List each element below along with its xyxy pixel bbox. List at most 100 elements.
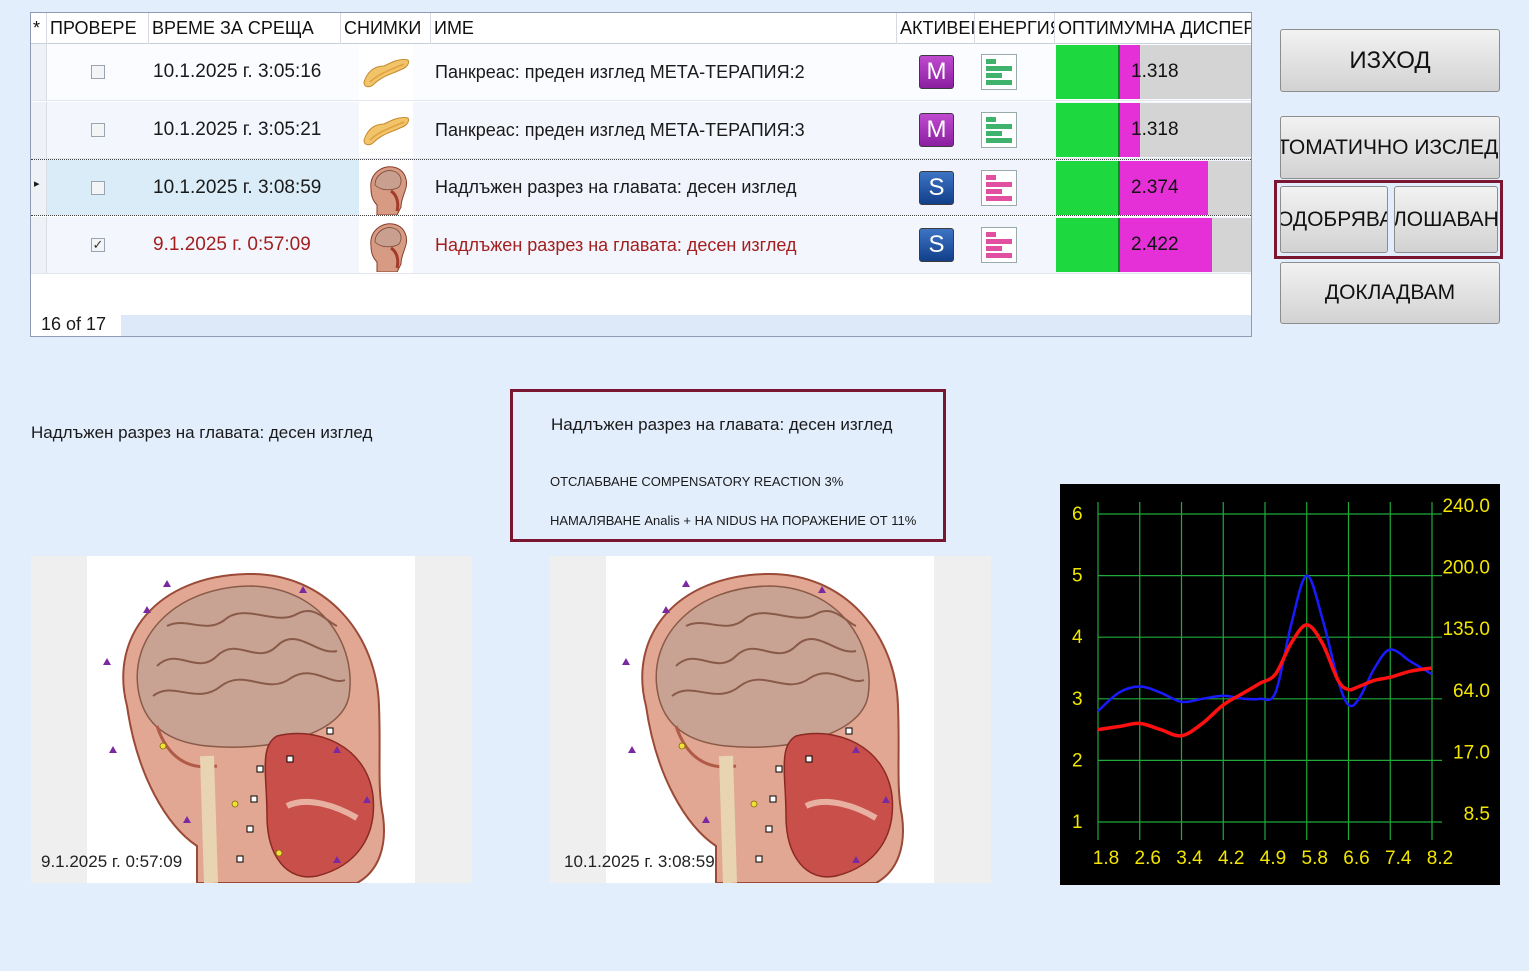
pancreas-thumbnail[interactable] xyxy=(359,103,413,157)
before-image-date: 9.1.2025 г. 0:57:09 xyxy=(41,852,183,871)
comparison-summary: Надлъжен разрез на главата: десен изглед… xyxy=(510,389,946,542)
column-checked[interactable]: ПРОВЕРЕ ▲ xyxy=(47,13,149,44)
x-tick-label: 2.6 xyxy=(1135,848,1161,869)
after-image-panel xyxy=(550,556,991,883)
x-tick-label: 7.4 xyxy=(1385,848,1412,869)
section-title: Надлъжен разрез на главата: десен изглед xyxy=(31,423,373,442)
x-tick-label: 1.8 xyxy=(1093,848,1119,869)
head-section-thumbnail[interactable] xyxy=(359,218,413,272)
y-right-tick-label: 135.0 xyxy=(1442,619,1490,640)
spectrum-chart: 6 5 4 3 2 1 240.0 200.0 135.0 64.0 17.0 8.5 1.8 2.6 3.… xyxy=(1060,484,1500,885)
row-selector[interactable]: ▸ xyxy=(31,160,47,215)
before-image-panel xyxy=(31,556,472,883)
pancreas-thumbnail[interactable] xyxy=(359,45,413,99)
x-tick-label: 4.2 xyxy=(1218,848,1244,869)
row-name: Панкреас: преден изглед МЕТА-ТЕРАПИЯ:3 xyxy=(435,119,805,140)
x-tick-label: 5.8 xyxy=(1302,848,1328,869)
column-dispersion[interactable]: ОПТИМУМНА ДИСПЕР xyxy=(1055,13,1251,44)
meta-therapy-badge[interactable]: M xyxy=(919,55,954,89)
y-left-tick-label: 6 xyxy=(1072,504,1083,525)
y-left-tick-label: 1 xyxy=(1072,812,1083,833)
row-name: Надлъжен разрез на главата: десен изглед xyxy=(435,234,797,255)
y-right-tick-label: 200.0 xyxy=(1442,558,1490,579)
x-tick-label: 8.2 xyxy=(1427,848,1453,869)
energy-bars-icon[interactable] xyxy=(981,54,1017,90)
row-selector[interactable] xyxy=(31,217,47,273)
worsening-button[interactable]: ЛОШАВАН xyxy=(1394,186,1498,253)
column-energy[interactable]: ЕНЕРГИЯ xyxy=(975,13,1055,44)
row-time: 10.1.2025 г. 3:05:16 xyxy=(153,61,322,82)
row-checkbox-checked[interactable]: ✓ xyxy=(91,237,105,252)
y-right-tick-label: 64.0 xyxy=(1453,681,1490,702)
dispersion-optimum-fill xyxy=(1056,218,1120,272)
row-name: Панкреас: преден изглед МЕТА-ТЕРАПИЯ:2 xyxy=(435,61,805,82)
improvement-button[interactable]: ОДОБРЯВАН xyxy=(1280,186,1388,253)
auto-scan-label: ТОМАТИЧНО ИЗСЛЕДВА xyxy=(1280,135,1499,159)
dispersion-value: 1.318 xyxy=(1131,119,1179,140)
meta-therapy-badge[interactable]: M xyxy=(919,113,954,147)
table-row-selected[interactable]: ▸ 10.1.2025 г. 3:08:59 Надлъжен разрез н… xyxy=(31,159,1251,216)
improvement-label: ОДОБРЯВАН xyxy=(1280,207,1387,231)
row-selector[interactable] xyxy=(31,102,47,158)
head-section-image[interactable] xyxy=(606,556,934,883)
dispersion-optimum-fill xyxy=(1056,103,1120,157)
chart-plot: 6 5 4 3 2 1 240.0 200.0 135.0 64.0 17.0 8.5 1.8 2.6 3.… xyxy=(1072,496,1490,869)
row-time: 10.1.2025 г. 3:05:21 xyxy=(153,119,322,140)
y-right-tick-label: 240.0 xyxy=(1442,496,1490,517)
table-row[interactable]: 10.1.2025 г. 3:05:16 Панкреас: преден из… xyxy=(31,44,1251,101)
dispersion-bar: 2.374 xyxy=(1056,161,1251,215)
dispersion-value: 2.374 xyxy=(1131,177,1179,198)
head-section-thumbnail[interactable] xyxy=(359,161,413,215)
table-row[interactable]: ✓ 9.1.2025 г. 0:57:09 Надлъжен разрез на… xyxy=(31,217,1251,274)
y-left-tick-label: 5 xyxy=(1072,566,1083,587)
table-row[interactable]: 10.1.2025 г. 3:05:21 Панкреас: преден из… xyxy=(31,102,1251,159)
row-time: 10.1.2025 г. 3:08:59 xyxy=(153,176,322,198)
row-time: 9.1.2025 г. 0:57:09 xyxy=(153,234,311,255)
y-right-tick-label: 17.0 xyxy=(1453,742,1490,763)
head-section-image[interactable] xyxy=(87,556,415,883)
row-checkbox[interactable] xyxy=(91,123,105,137)
scan-badge[interactable]: S xyxy=(919,228,954,262)
column-checked-label: ПРОВЕРЕ xyxy=(50,18,137,38)
summary-line-compensatory: ОТСЛАБВАНЕ COMPENSATORY REACTION 3% xyxy=(550,474,844,489)
summary-line-nidus: НАМАЛЯВАНЕ Analis + НА NIDUS НА ПОРАЖЕНИ… xyxy=(550,513,917,528)
column-name[interactable]: ИМЕ xyxy=(431,13,897,44)
after-image-date: 10.1.2025 г. 3:08:59 xyxy=(564,852,715,871)
dispersion-bar: 1.318 xyxy=(1056,45,1251,99)
sessions-grid: * ПРОВЕРЕ ▲ ВРЕМЕ ЗА СРЕЩА СНИМКИ ИМЕ АК… xyxy=(30,12,1252,337)
dispersion-bar: 1.318 xyxy=(1056,103,1251,157)
y-left-tick-label: 2 xyxy=(1072,750,1083,771)
new-row-marker: * xyxy=(31,13,47,44)
y-left-tick-label: 4 xyxy=(1072,627,1083,648)
dispersion-value: 2.422 xyxy=(1131,234,1179,255)
scan-badge[interactable]: S xyxy=(919,170,954,205)
column-time[interactable]: ВРЕМЕ ЗА СРЕЩА xyxy=(149,13,341,44)
row-checkbox[interactable] xyxy=(91,180,105,195)
record-counter: 16 of 17 xyxy=(35,313,121,335)
summary-title: Надлъжен разрез на главата: десен изглед xyxy=(551,415,893,434)
x-tick-label: 6.6 xyxy=(1343,848,1369,869)
row-checkbox[interactable] xyxy=(91,65,105,79)
x-tick-label: 3.4 xyxy=(1176,848,1203,869)
worsening-label: ЛОШАВАН xyxy=(1394,207,1498,231)
dispersion-optimum-fill xyxy=(1056,161,1120,215)
y-right-tick-label: 8.5 xyxy=(1464,804,1490,825)
column-images[interactable]: СНИМКИ xyxy=(341,13,431,44)
row-name: Надлъжен разрез на главата: десен изглед xyxy=(435,177,797,197)
dispersion-value: 1.318 xyxy=(1131,61,1179,82)
energy-bars-icon[interactable] xyxy=(981,227,1017,263)
check-mark-icon: ✓ xyxy=(92,237,104,252)
energy-bars-icon[interactable] xyxy=(981,112,1017,148)
column-active[interactable]: АКТИВЕІ xyxy=(897,13,975,44)
y-left-tick-label: 3 xyxy=(1072,689,1083,710)
dispersion-optimum-fill xyxy=(1056,45,1120,99)
x-tick-label: 4.9 xyxy=(1260,848,1286,869)
auto-scan-button[interactable]: ТОМАТИЧНО ИЗСЛЕДВА xyxy=(1280,116,1500,179)
dispersion-bar: 2.422 xyxy=(1056,218,1251,272)
row-selector[interactable] xyxy=(31,44,47,100)
exit-button[interactable]: ИЗХОД xyxy=(1280,29,1500,92)
current-row-icon: ▸ xyxy=(34,178,40,190)
grid-footer-bar xyxy=(121,315,1251,336)
energy-bars-icon[interactable] xyxy=(981,169,1017,206)
report-button[interactable]: ДОКЛАДВАМ xyxy=(1280,262,1500,324)
